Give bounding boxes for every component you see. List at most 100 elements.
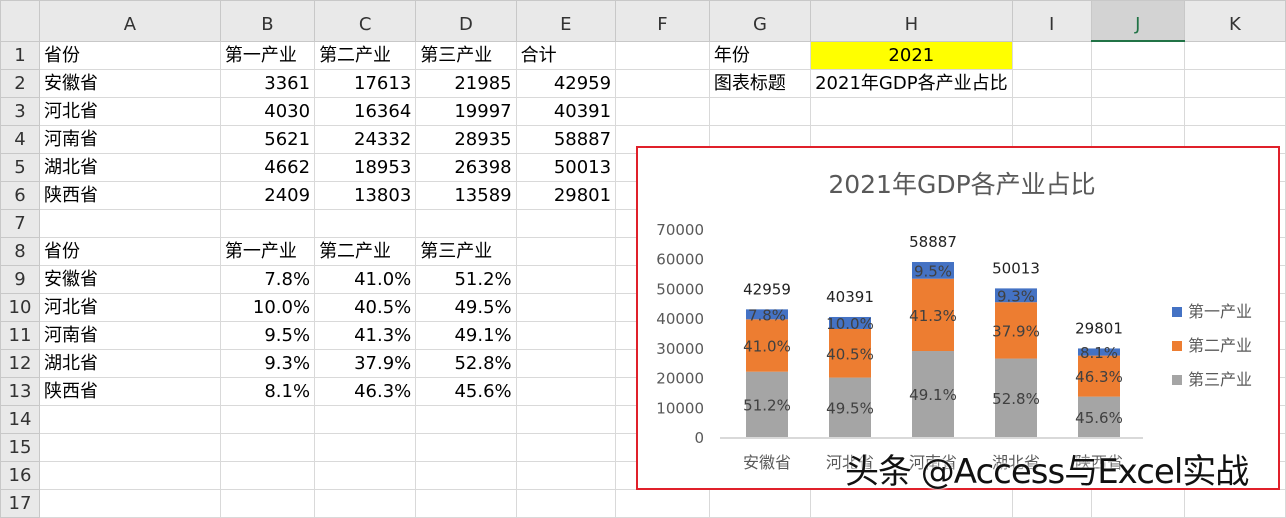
cell-B15[interactable] [219, 432, 316, 462]
row-header[interactable]: 4 [0, 124, 41, 154]
column-header-B[interactable]: B [219, 0, 316, 42]
cell-F1[interactable] [615, 40, 710, 70]
row-header[interactable]: 12 [0, 348, 41, 378]
cell-D11[interactable]: 49.1% [415, 320, 517, 350]
row-header[interactable]: 5 [0, 152, 41, 182]
cell-A3[interactable]: 河北省 [39, 96, 221, 126]
row-header[interactable]: 6 [0, 180, 41, 210]
row-header[interactable]: 11 [0, 320, 41, 350]
column-header-F[interactable]: F [615, 0, 710, 42]
cell-J17[interactable] [1090, 488, 1185, 518]
cell-B11[interactable]: 9.5% [219, 320, 316, 350]
cell-J3[interactable] [1090, 96, 1185, 126]
cell-B14[interactable] [219, 404, 316, 434]
column-header-K[interactable]: K [1183, 0, 1286, 42]
cell-D6[interactable]: 13589 [415, 180, 517, 210]
cell-B10[interactable]: 10.0% [219, 292, 316, 322]
cell-C12[interactable]: 37.9% [314, 348, 417, 378]
cell-D3[interactable]: 19997 [415, 96, 517, 126]
cell-E4[interactable]: 58887 [515, 124, 617, 154]
cell-A2[interactable]: 安徽省 [39, 68, 221, 98]
cell-C16[interactable] [314, 460, 417, 490]
column-header-C[interactable]: C [314, 0, 417, 42]
cell-G2[interactable]: 图表标题 [708, 68, 812, 98]
cell-D8[interactable]: 第三产业 [415, 236, 517, 266]
cell-B1[interactable]: 第一产业 [219, 40, 316, 70]
cell-K3[interactable] [1183, 96, 1286, 126]
row-header[interactable]: 2 [0, 68, 41, 98]
column-header-G[interactable]: G [708, 0, 812, 42]
cell-B4[interactable]: 5621 [219, 124, 316, 154]
cell-H3[interactable] [810, 96, 1013, 126]
column-header-H[interactable]: H [810, 0, 1013, 42]
cell-A11[interactable]: 河南省 [39, 320, 221, 350]
column-header-J[interactable]: J [1090, 0, 1185, 42]
row-header[interactable]: 14 [0, 404, 41, 434]
cell-B8[interactable]: 第一产业 [219, 236, 316, 266]
cell-A17[interactable] [39, 488, 221, 518]
cell-B17[interactable] [219, 488, 316, 518]
cell-E13[interactable] [515, 376, 617, 406]
cell-A8[interactable]: 省份 [39, 236, 221, 266]
cell-I1[interactable] [1011, 40, 1092, 70]
cell-E2[interactable]: 42959 [515, 68, 617, 98]
cell-E15[interactable] [515, 432, 617, 462]
cell-A4[interactable]: 河南省 [39, 124, 221, 154]
cell-C9[interactable]: 41.0% [314, 264, 417, 294]
cell-E6[interactable]: 29801 [515, 180, 617, 210]
cell-F2[interactable] [615, 68, 710, 98]
column-header-D[interactable]: D [415, 0, 517, 42]
cell-D7[interactable] [415, 208, 517, 238]
cell-A10[interactable]: 河北省 [39, 292, 221, 322]
cell-D4[interactable]: 28935 [415, 124, 517, 154]
row-header[interactable]: 1 [0, 40, 41, 70]
cell-D12[interactable]: 52.8% [415, 348, 517, 378]
cell-A1[interactable]: 省份 [39, 40, 221, 70]
cell-D10[interactable]: 49.5% [415, 292, 517, 322]
cell-C5[interactable]: 18953 [314, 152, 417, 182]
cell-D15[interactable] [415, 432, 517, 462]
row-header[interactable]: 17 [0, 488, 41, 518]
cell-C2[interactable]: 17613 [314, 68, 417, 98]
cell-C14[interactable] [314, 404, 417, 434]
cell-B7[interactable] [219, 208, 316, 238]
cell-D17[interactable] [415, 488, 517, 518]
column-header-E[interactable]: E [515, 0, 617, 42]
cell-C10[interactable]: 40.5% [314, 292, 417, 322]
cell-B3[interactable]: 4030 [219, 96, 316, 126]
row-header[interactable]: 16 [0, 460, 41, 490]
cell-F3[interactable] [615, 96, 710, 126]
cell-D5[interactable]: 26398 [415, 152, 517, 182]
cell-D2[interactable]: 21985 [415, 68, 517, 98]
column-header-I[interactable]: I [1011, 0, 1092, 42]
cell-A12[interactable]: 湖北省 [39, 348, 221, 378]
cell-A15[interactable] [39, 432, 221, 462]
cell-A5[interactable]: 湖北省 [39, 152, 221, 182]
cell-K17[interactable] [1183, 488, 1286, 518]
cell-H17[interactable] [810, 488, 1013, 518]
cell-B5[interactable]: 4662 [219, 152, 316, 182]
cell-E9[interactable] [515, 264, 617, 294]
cell-B9[interactable]: 7.8% [219, 264, 316, 294]
cell-D16[interactable] [415, 460, 517, 490]
cell-C17[interactable] [314, 488, 417, 518]
row-header[interactable]: 10 [0, 292, 41, 322]
cell-D1[interactable]: 第三产业 [415, 40, 517, 70]
cell-A14[interactable] [39, 404, 221, 434]
cell-B13[interactable]: 8.1% [219, 376, 316, 406]
cell-D9[interactable]: 51.2% [415, 264, 517, 294]
cell-C8[interactable]: 第二产业 [314, 236, 417, 266]
cell-E8[interactable] [515, 236, 617, 266]
cell-E10[interactable] [515, 292, 617, 322]
cell-E16[interactable] [515, 460, 617, 490]
cell-A6[interactable]: 陕西省 [39, 180, 221, 210]
cell-C4[interactable]: 24332 [314, 124, 417, 154]
cell-B2[interactable]: 3361 [219, 68, 316, 98]
cell-C11[interactable]: 41.3% [314, 320, 417, 350]
cell-H2[interactable]: 2021年GDP各产业占比 [810, 68, 1013, 98]
select-all-corner[interactable] [0, 0, 41, 42]
cell-J2[interactable] [1090, 68, 1185, 98]
cell-A16[interactable] [39, 460, 221, 490]
row-header[interactable]: 9 [0, 264, 41, 294]
cell-I2[interactable] [1011, 68, 1092, 98]
